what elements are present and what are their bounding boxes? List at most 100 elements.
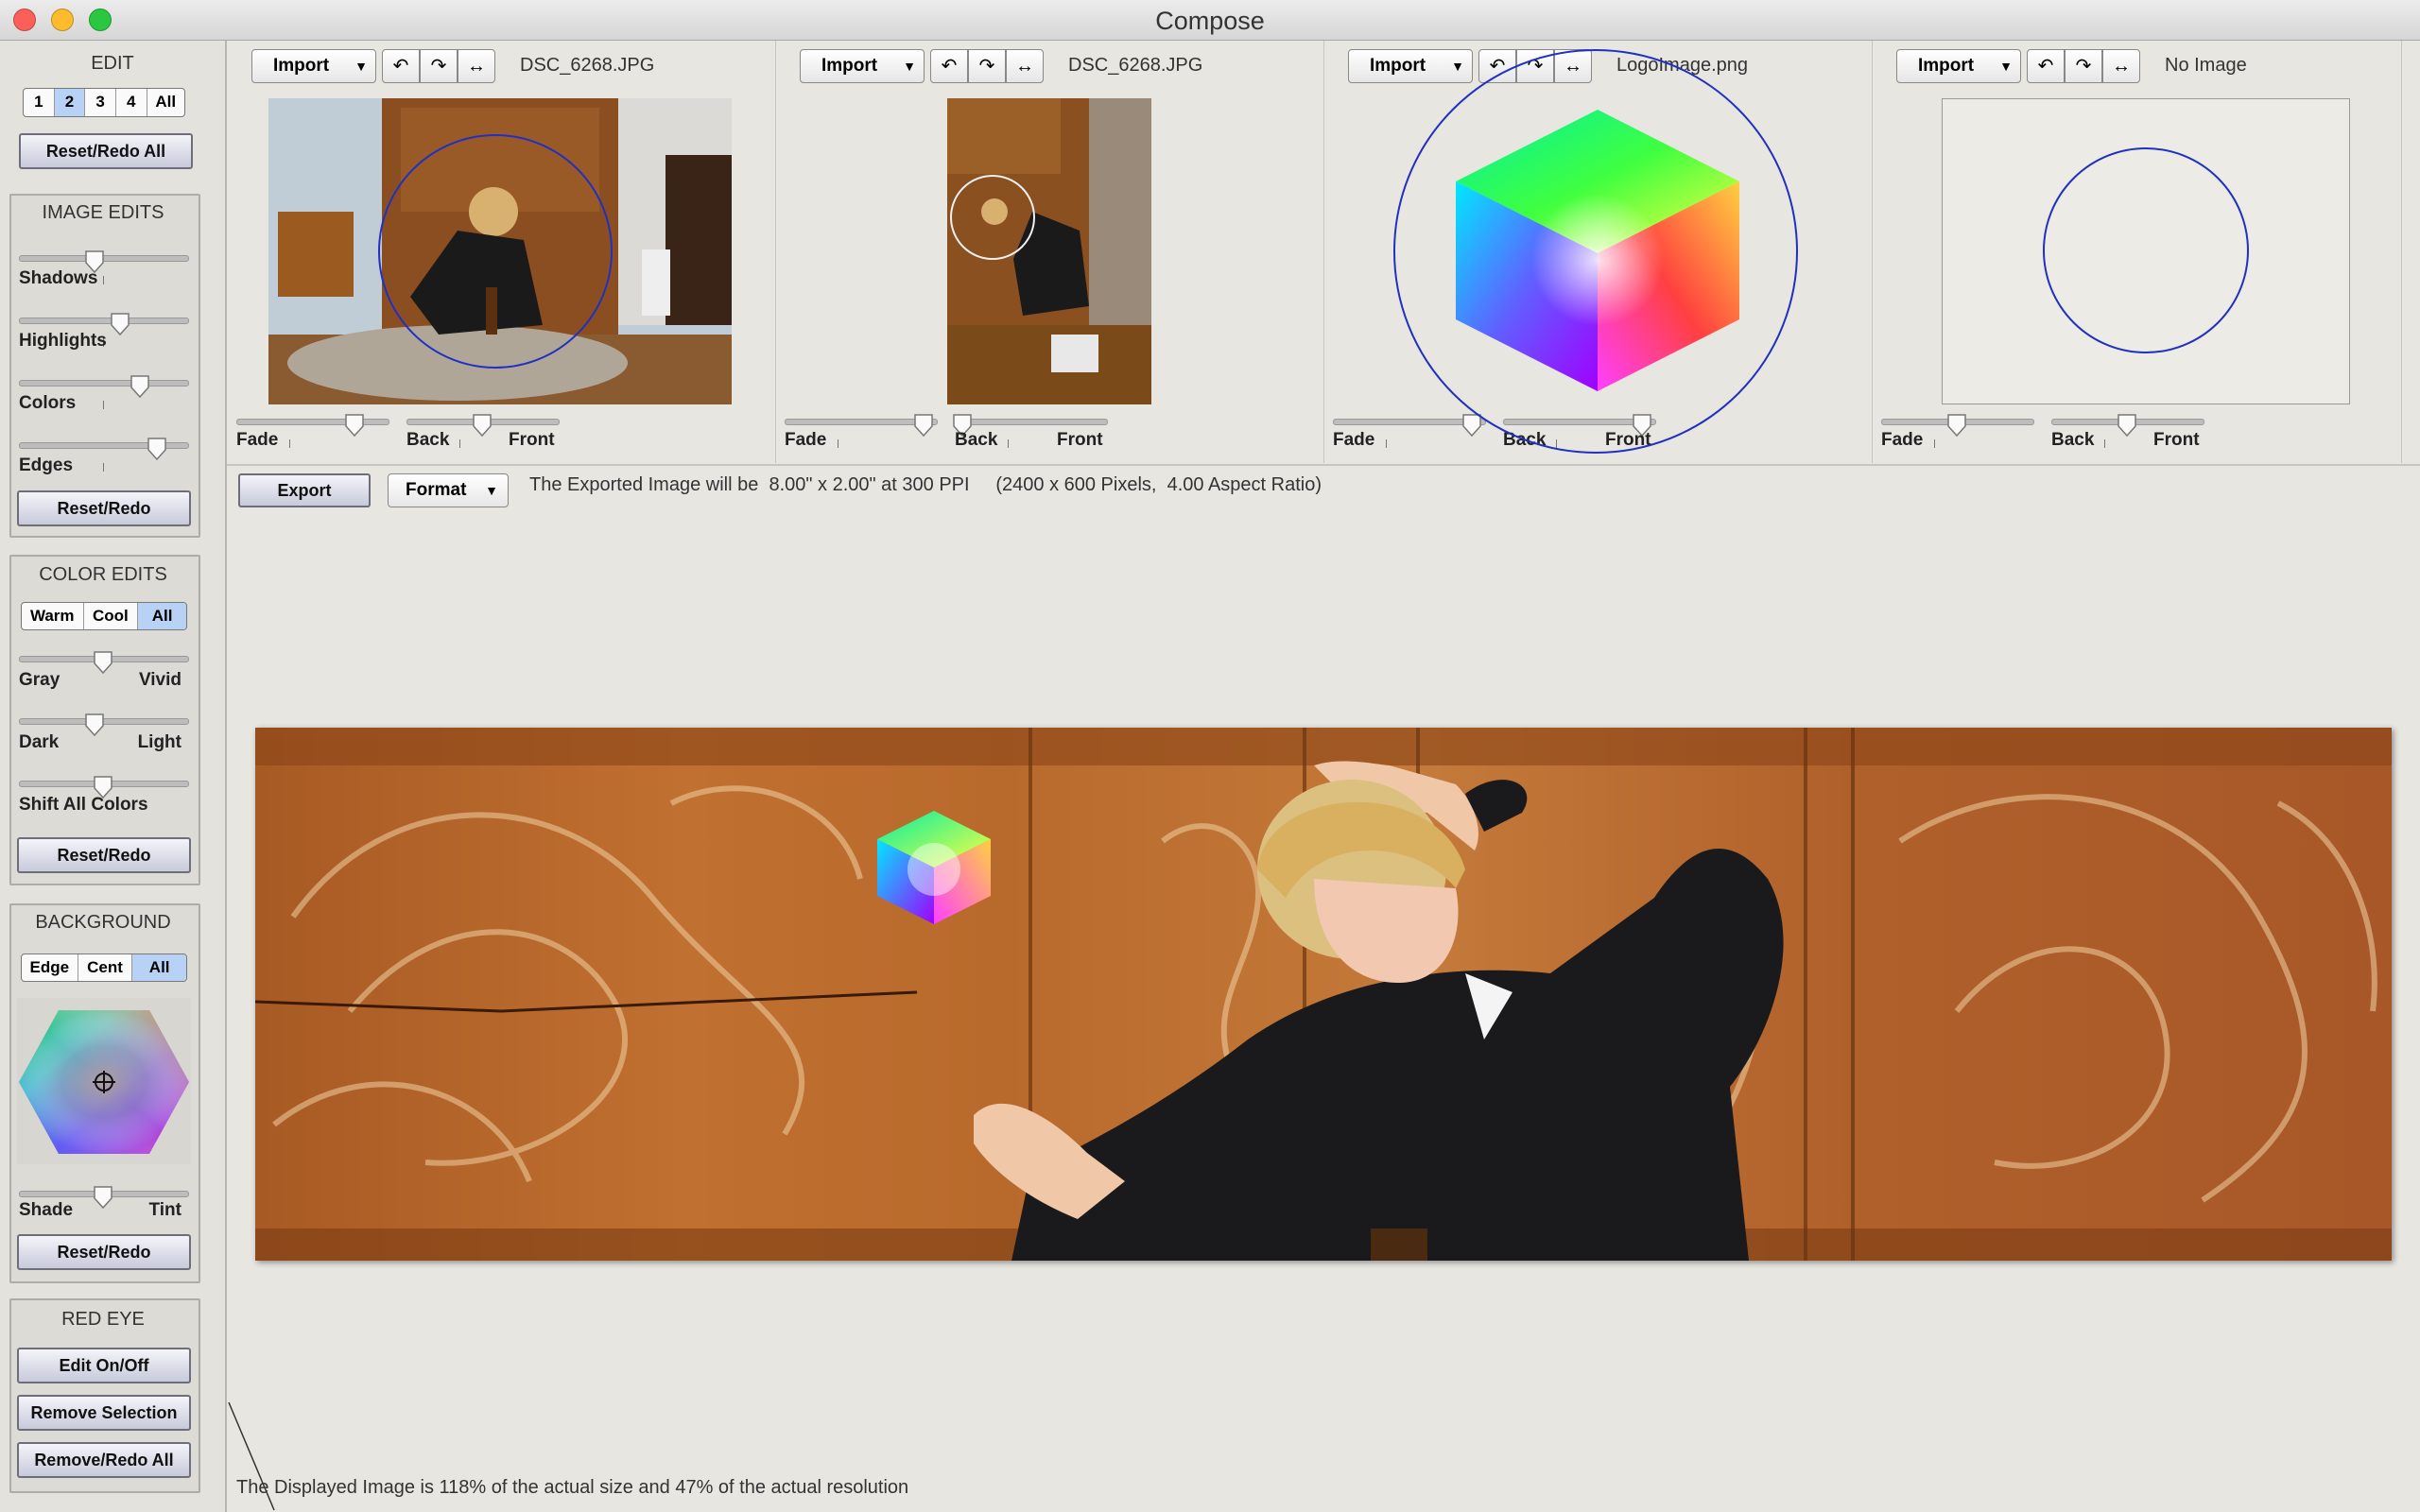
- import-label: Import: [821, 56, 878, 76]
- edit-tab-1[interactable]: 1: [24, 89, 55, 116]
- image-slider-colors-track[interactable]: [19, 380, 189, 387]
- edit-tab-4[interactable]: 4: [116, 89, 147, 116]
- image-slider-edges-tick: [103, 463, 104, 472]
- image-edits-heading: IMAGE EDITS: [42, 202, 164, 223]
- image-slider-shadows-tick: [103, 276, 104, 284]
- color-wheel-hexagon[interactable]: [17, 998, 191, 1164]
- chevron-down-icon: ▼: [903, 59, 916, 74]
- slot-4-selection-circle[interactable]: [2042, 146, 2250, 354]
- chevron-down-icon: ▼: [354, 59, 368, 74]
- slot-2-rotate-right-icon[interactable]: ↷: [968, 49, 1006, 83]
- background-tab-edge[interactable]: Edge: [22, 954, 78, 981]
- slot-4-back-front-slider-tick: [2104, 439, 2105, 448]
- color-edits-reset-button[interactable]: Reset/Redo: [17, 837, 191, 873]
- slot-2-back-front-slider-track[interactable]: [955, 419, 1108, 425]
- format-label: Format: [406, 480, 467, 500]
- color-tab-cool[interactable]: Cool: [84, 603, 139, 629]
- red-eye-heading: RED EYE: [61, 1309, 145, 1330]
- image-slider-colors-tick: [103, 401, 104, 409]
- image-slider-label-shadows: Shadows: [19, 268, 98, 288]
- background-slider-right-label: Tint: [148, 1200, 182, 1220]
- slot-1-front-label: Front: [509, 430, 555, 450]
- slot-1-import-dropdown[interactable]: Import ▼: [251, 49, 376, 83]
- slot-1-filename: DSC_6268.JPG: [520, 55, 655, 76]
- slot-1-rotate-right-icon[interactable]: ↷: [420, 49, 458, 83]
- background-heading: BACKGROUND: [35, 912, 171, 933]
- slot-1-fade-slider-track[interactable]: [236, 419, 389, 425]
- slot-2-import-dropdown[interactable]: Import ▼: [800, 49, 925, 83]
- slot-2-rotate-left-icon[interactable]: ↶: [930, 49, 968, 83]
- background-reset-button[interactable]: Reset/Redo: [17, 1234, 191, 1270]
- slot-4-fade-label: Fade: [1881, 430, 1924, 450]
- slot-1-selection-circle[interactable]: [378, 134, 614, 370]
- slot-2-flip-horizontal-icon[interactable]: ↔: [1006, 49, 1044, 83]
- image-slider-label-highlights: Highlights: [19, 331, 107, 351]
- slot-1-back-front-slider-thumb[interactable]: [472, 413, 493, 438]
- slot-4-rotate-left-icon[interactable]: ↶: [2027, 49, 2065, 83]
- export-button[interactable]: Export: [238, 473, 371, 507]
- slot-1-fade-label: Fade: [236, 430, 279, 450]
- slot-4-front-label: Front: [2153, 430, 2200, 450]
- slot-1-fade-slider-thumb[interactable]: [344, 413, 365, 438]
- slot-4-flip-horizontal-icon[interactable]: ↔: [2102, 49, 2140, 83]
- image-slider-colors-thumb[interactable]: [130, 374, 150, 399]
- image-slider-label-colors: Colors: [19, 393, 77, 413]
- color-tab-all[interactable]: All: [138, 603, 186, 629]
- slot-1-fade-slider-tick: [289, 439, 290, 448]
- edit-tabs: 1 2 3 4 All: [23, 88, 185, 117]
- slot-2-selection-circle[interactable]: [949, 174, 1036, 261]
- remove-selection-button[interactable]: Remove Selection: [17, 1395, 191, 1431]
- color-slider-left-label-0: Gray: [19, 670, 60, 690]
- image-slider-highlights-thumb[interactable]: [110, 312, 130, 336]
- slot-4-filename: No Image: [2165, 55, 2247, 76]
- background-tab-all[interactable]: All: [132, 954, 186, 981]
- slot-2-fade-slider-thumb[interactable]: [913, 413, 934, 438]
- color-tab-warm[interactable]: Warm: [22, 603, 84, 629]
- image-slider-highlights-track[interactable]: [19, 318, 189, 324]
- edit-tab-all[interactable]: All: [147, 89, 185, 116]
- image-slider-label-edges: Edges: [19, 455, 74, 475]
- slot-4-rotate-right-icon[interactable]: ↷: [2065, 49, 2102, 83]
- color-slider-right-label-1: Light: [137, 732, 182, 752]
- edit-tab-2[interactable]: 2: [54, 89, 86, 116]
- edit-on-off-button[interactable]: Edit On/Off: [17, 1348, 191, 1383]
- remove-redo-all-button[interactable]: Remove/Redo All: [17, 1442, 191, 1478]
- chevron-down-icon: ▼: [1999, 59, 2013, 74]
- slot-4-fade-slider-thumb[interactable]: [1946, 413, 1967, 438]
- slot-2-back-front-slider-tick: [1008, 439, 1009, 448]
- color-edits-heading: COLOR EDITS: [39, 564, 167, 585]
- slot-4-fade-slider-tick: [1934, 439, 1935, 448]
- image-edits-group: [9, 194, 200, 538]
- color-slider-left-label-1: Dark: [19, 732, 60, 752]
- resize-handle-icon[interactable]: [227, 1399, 284, 1512]
- slot-2-fade-label: Fade: [785, 430, 827, 450]
- zoom-window-button[interactable]: [89, 9, 112, 31]
- chevron-down-icon: ▼: [485, 483, 498, 498]
- image-edits-reset-button[interactable]: Reset/Redo: [17, 490, 191, 526]
- edit-heading: EDIT: [91, 53, 134, 74]
- image-slider-edges-thumb[interactable]: [147, 437, 167, 461]
- status-bar-text: The Displayed Image is 118% of the actua…: [236, 1477, 909, 1498]
- close-window-button[interactable]: [13, 9, 36, 31]
- color-edits-tabs: Warm Cool All: [21, 602, 187, 630]
- slot-1-rotate-left-icon[interactable]: ↶: [382, 49, 420, 83]
- slot-3-fade-slider-tick: [1386, 439, 1387, 448]
- slot-2-front-label: Front: [1057, 430, 1103, 450]
- edit-tab-3[interactable]: 3: [85, 89, 116, 116]
- slot-4-back-label: Back: [2051, 430, 2095, 450]
- composite-image[interactable]: [255, 728, 2392, 1261]
- window-title: Compose: [1155, 7, 1265, 35]
- background-tab-cent[interactable]: Cent: [78, 954, 133, 981]
- slot-3-logo-thumbnail[interactable]: [1390, 47, 1806, 457]
- format-dropdown[interactable]: Format ▼: [388, 473, 509, 507]
- minimize-window-button[interactable]: [51, 9, 74, 31]
- slot-4-import-dropdown[interactable]: Import ▼: [1896, 49, 2021, 83]
- slot-1-flip-horizontal-icon[interactable]: ↔: [458, 49, 495, 83]
- reset-redo-all-button[interactable]: Reset/Redo All: [19, 133, 193, 169]
- background-slider-left-label: Shade: [19, 1200, 74, 1220]
- import-label: Import: [273, 56, 330, 76]
- color-slider-right-label-0: Vivid: [138, 670, 182, 690]
- slot-4-back-front-slider-thumb[interactable]: [2117, 413, 2137, 438]
- color-picker-area: [17, 998, 191, 1164]
- color-slider-left-label-2: Shift All Colors: [19, 795, 148, 815]
